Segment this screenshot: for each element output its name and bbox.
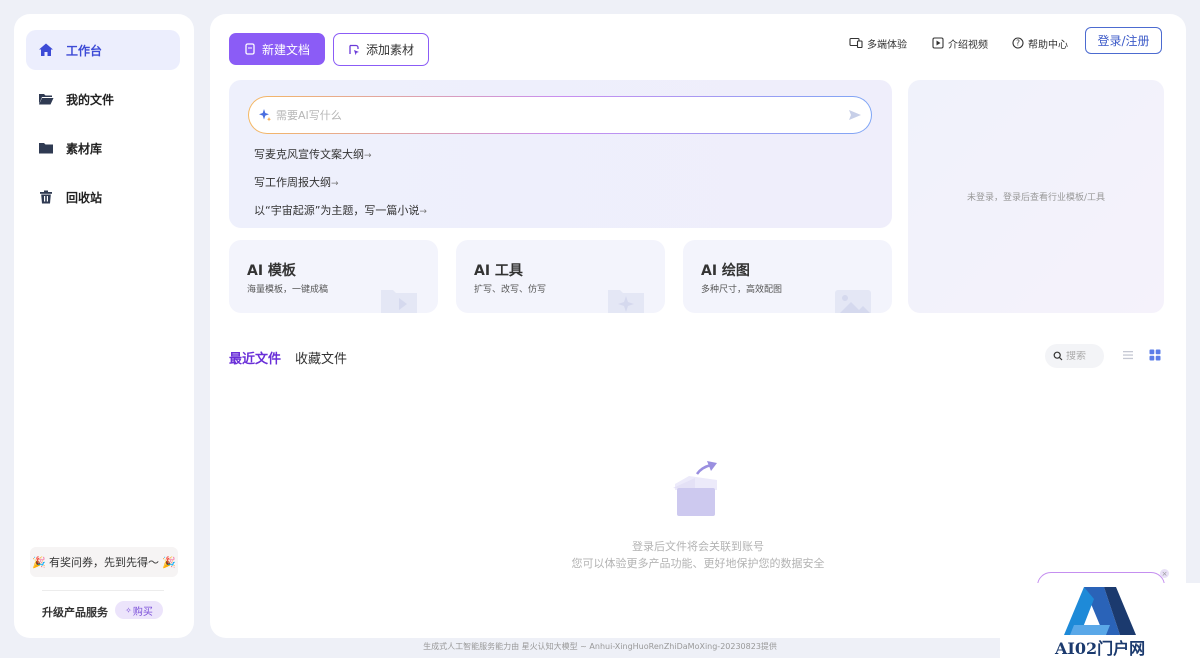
divider <box>42 590 164 591</box>
image-icon <box>835 290 871 313</box>
help-center-link[interactable]: ? 帮助中心 <box>1012 35 1068 51</box>
folder-icon <box>38 140 54 156</box>
close-icon[interactable]: × <box>1160 569 1169 578</box>
arrow-right-icon: → <box>364 151 372 161</box>
trash-icon <box>38 189 54 205</box>
watermark-text: AI02门户网 <box>1055 639 1146 658</box>
party-popper-icon: 🎉 <box>32 555 46 569</box>
ai-drawing-card[interactable]: AI 绘图 多种尺寸，高效配图 <box>683 240 892 313</box>
suggestion-item[interactable]: 以“宇宙起源”为主题，写一篇小说→ <box>254 202 427 218</box>
home-icon <box>38 42 54 58</box>
watermark: AI02门户网 <box>1000 583 1200 658</box>
card-desc: 扩写、改写、仿写 <box>474 285 547 295</box>
add-material-button[interactable]: 添加素材 <box>333 33 429 66</box>
empty-state-line1: 登录后文件将会关联到账号 <box>632 540 764 553</box>
sidebar-item-materials[interactable]: 素材库 <box>26 128 180 168</box>
ai-writer-panel: 写麦克风宣传文案大纲→ 写工作周报大纲→ 以“宇宙起源”为主题，写一篇小说→ <box>229 80 892 228</box>
ai-tool-card[interactable]: AI 工具 扩写、改写、仿写 <box>456 240 665 313</box>
intro-video-link[interactable]: 介绍视频 <box>932 35 988 51</box>
card-title: AI 绘图 <box>701 263 750 279</box>
file-search[interactable] <box>1045 344 1104 368</box>
sidebar-item-label: 我的文件 <box>66 92 115 107</box>
grid-view-icon[interactable] <box>1149 349 1161 361</box>
ai-template-card[interactable]: AI 模板 海量模板，一键成稿 <box>229 240 438 313</box>
sidebar: 工作台 我的文件 素材库 回收站 🎉 有奖问券，先到先得～ 🎉 升级产品服务 ✧… <box>14 14 194 638</box>
help-icon: ? <box>1012 37 1024 49</box>
buy-button[interactable]: ✧ 购买 <box>115 601 163 619</box>
devices-icon <box>849 37 863 49</box>
login-button[interactable]: 登录/注册 <box>1085 27 1162 54</box>
list-view-icon[interactable] <box>1122 349 1134 361</box>
arrow-right-icon: → <box>419 207 427 217</box>
intro-video-label: 介绍视频 <box>948 39 988 51</box>
tool-folder-icon <box>608 290 644 313</box>
sidebar-item-label: 回收站 <box>66 190 103 205</box>
template-folder-icon <box>381 290 417 313</box>
sidebar-item-label: 素材库 <box>66 141 103 156</box>
survey-promo[interactable]: 🎉 有奖问券，先到先得～ 🎉 <box>30 547 178 577</box>
tab-favorite-files[interactable]: 收藏文件 <box>295 348 347 367</box>
sparkle-icon <box>258 108 272 122</box>
search-icon <box>1053 351 1063 361</box>
multi-device-link[interactable]: 多端体验 <box>849 35 907 51</box>
watermark-logo-icon <box>1064 587 1136 635</box>
document-icon <box>244 43 256 55</box>
folder-open-icon <box>38 91 54 107</box>
new-document-label: 新建文档 <box>261 42 310 57</box>
add-material-label: 添加素材 <box>365 43 414 57</box>
empty-state-line2: 您可以体验更多产品功能、更好地保护您的数据安全 <box>571 557 825 570</box>
cursor-icon <box>348 44 360 56</box>
multi-device-label: 多端体验 <box>867 39 907 51</box>
main-panel: 新建文档 添加素材 多端体验 介绍视频 ? 帮助中心 登录/注册 需要AI写什么… <box>210 14 1186 638</box>
card-desc: 海量模板，一键成稿 <box>247 285 329 295</box>
buy-button-label: 购买 <box>132 606 153 618</box>
card-desc: 多种尺寸，高效配图 <box>701 285 783 295</box>
card-title: AI 模板 <box>247 263 296 279</box>
search-input[interactable] <box>1066 350 1104 362</box>
suggestion-item[interactable]: 写麦克风宣传文案大纲→ <box>254 146 372 162</box>
sidebar-item-my-files[interactable]: 我的文件 <box>26 79 180 119</box>
upgrade-label: 升级产品服务 <box>42 606 108 619</box>
industry-templates-panel: 未登录，登录后查看行业模板/工具 <box>908 80 1164 313</box>
party-popper-icon: 🎉 <box>162 555 176 569</box>
login-prompt-text: 未登录，登录后查看行业模板/工具 <box>966 193 1106 203</box>
arrow-right-icon: → <box>331 179 339 189</box>
survey-promo-text: 有奖问券，先到先得～ <box>49 556 159 569</box>
send-icon[interactable] <box>848 108 862 122</box>
sidebar-item-workbench[interactable]: 工作台 <box>26 30 180 70</box>
sidebar-item-label: 工作台 <box>66 43 103 58</box>
svg-text:?: ? <box>1016 39 1020 48</box>
help-center-label: 帮助中心 <box>1028 39 1068 51</box>
tab-recent-files[interactable]: 最近文件 <box>229 348 282 369</box>
play-icon <box>932 37 944 49</box>
sidebar-item-recycle-bin[interactable]: 回收站 <box>26 177 180 217</box>
ai-prompt-field[interactable] <box>248 96 872 134</box>
ai-prompt-input[interactable] <box>276 108 836 122</box>
new-document-button[interactable]: 新建文档 <box>229 33 325 65</box>
sparkle-icon: ✧ <box>125 605 132 615</box>
card-title: AI 工具 <box>474 263 523 279</box>
empty-box-icon <box>673 461 717 516</box>
suggestion-item[interactable]: 写工作周报大纲→ <box>254 174 339 190</box>
